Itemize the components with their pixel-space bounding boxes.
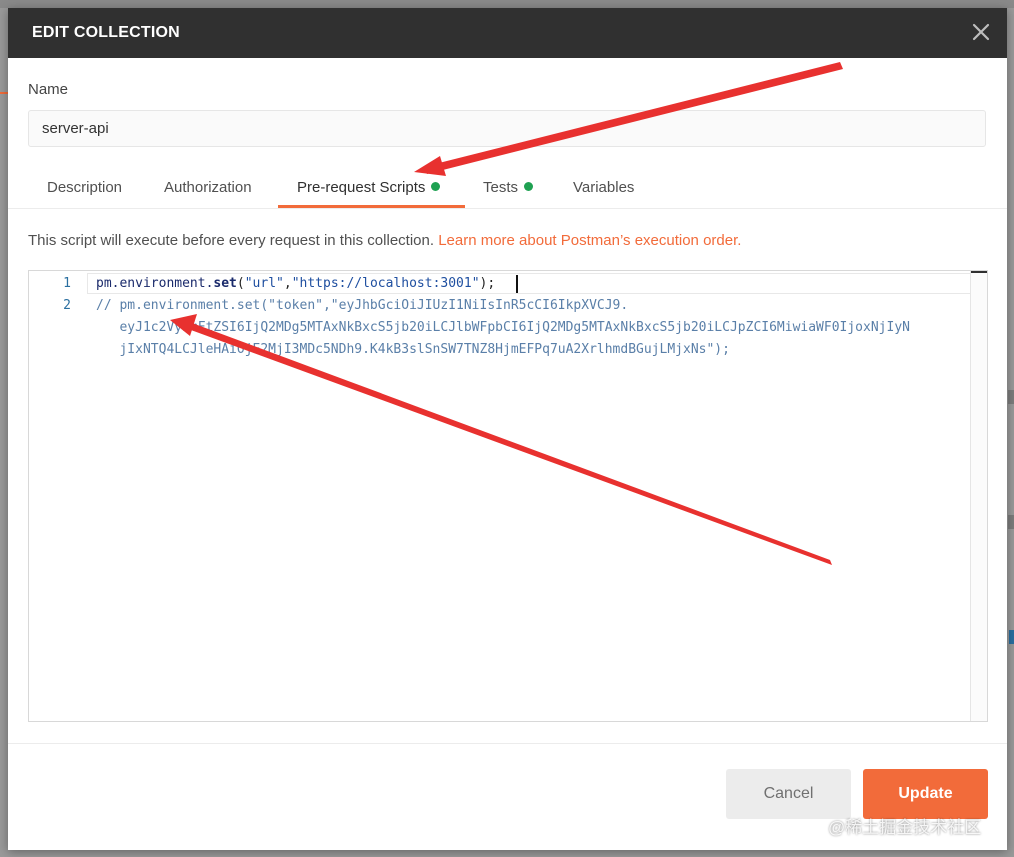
tab-bar: Description Authorization Pre-request Sc…: [28, 173, 988, 209]
code-token: );: [479, 276, 496, 291]
tab-label: Tests: [483, 179, 519, 196]
tab-label: Variables: [573, 179, 635, 196]
status-dot-icon: [431, 182, 441, 191]
name-label: Name: [28, 81, 69, 98]
background-app-strip: [0, 0, 1014, 8]
background-edge-mark: [1009, 630, 1014, 644]
code-token: (: [236, 276, 245, 291]
editor-gutter: 1 2: [29, 271, 87, 721]
cancel-button[interactable]: Cancel: [726, 769, 851, 819]
tab-label: Pre-request Scripts: [297, 179, 426, 196]
line-number: 1: [63, 276, 71, 291]
scrollbar-top-mark: [971, 271, 987, 273]
code-wrap-segment: jIxNTQ4LCJleHAiOjE2MjI3MDc5NDh9.K4kB3slS…: [96, 342, 730, 357]
script-info: This script will execute before every re…: [28, 232, 741, 249]
close-icon[interactable]: [969, 20, 993, 44]
tab-description[interactable]: Description: [28, 173, 141, 208]
code-token: pm.environment.: [96, 276, 214, 291]
footer-divider: [8, 743, 1007, 744]
background-accent: [0, 92, 8, 94]
modal-header: EDIT COLLECTION: [8, 8, 1007, 58]
code-token: ,: [283, 276, 292, 291]
execution-order-link[interactable]: Learn more about Postman’s execution ord…: [438, 232, 741, 249]
tab-label: Authorization: [164, 179, 252, 196]
tab-pre-request-scripts[interactable]: Pre-request Scripts: [278, 173, 465, 208]
tab-authorization[interactable]: Authorization: [145, 173, 271, 208]
info-text: This script will execute before every re…: [28, 232, 439, 249]
text-cursor: [516, 275, 518, 293]
code-line-2: // pm.environment.set("token","eyJhbGciO…: [96, 295, 910, 361]
background-edge-mark: [1008, 390, 1014, 404]
code-token: set: [213, 276, 237, 291]
line-number: 2: [63, 298, 71, 313]
script-editor[interactable]: 1 2 pm.environment.set("url","https://lo…: [28, 270, 988, 722]
status-dot-icon: [524, 182, 534, 191]
watermark-text: @稀土掘金技术社区: [828, 818, 982, 837]
code-line-1: pm.environment.set("url","https://localh…: [96, 273, 495, 295]
edit-collection-modal: EDIT COLLECTION Name Description Authori…: [8, 8, 1007, 850]
code-token: "url": [244, 276, 284, 291]
tab-tests[interactable]: Tests: [464, 173, 552, 208]
name-input[interactable]: [28, 110, 986, 147]
background-edge-mark: [1008, 515, 1014, 529]
modal-title: EDIT COLLECTION: [32, 24, 180, 41]
code-wrap-segment: // pm.environment.set("token","eyJhbGciO…: [96, 298, 629, 313]
update-button[interactable]: Update: [863, 769, 988, 819]
tab-label: Description: [47, 179, 123, 196]
code-token: "https://localhost:3001": [291, 276, 480, 291]
tab-variables[interactable]: Variables: [554, 173, 653, 208]
tabs-divider: [8, 208, 1007, 209]
editor-scrollbar[interactable]: [970, 271, 987, 721]
code-wrap-segment: eyJ1c2VybmFtZSI6IjQ2MDg5MTAxNkBxcS5jb20i…: [96, 320, 910, 335]
